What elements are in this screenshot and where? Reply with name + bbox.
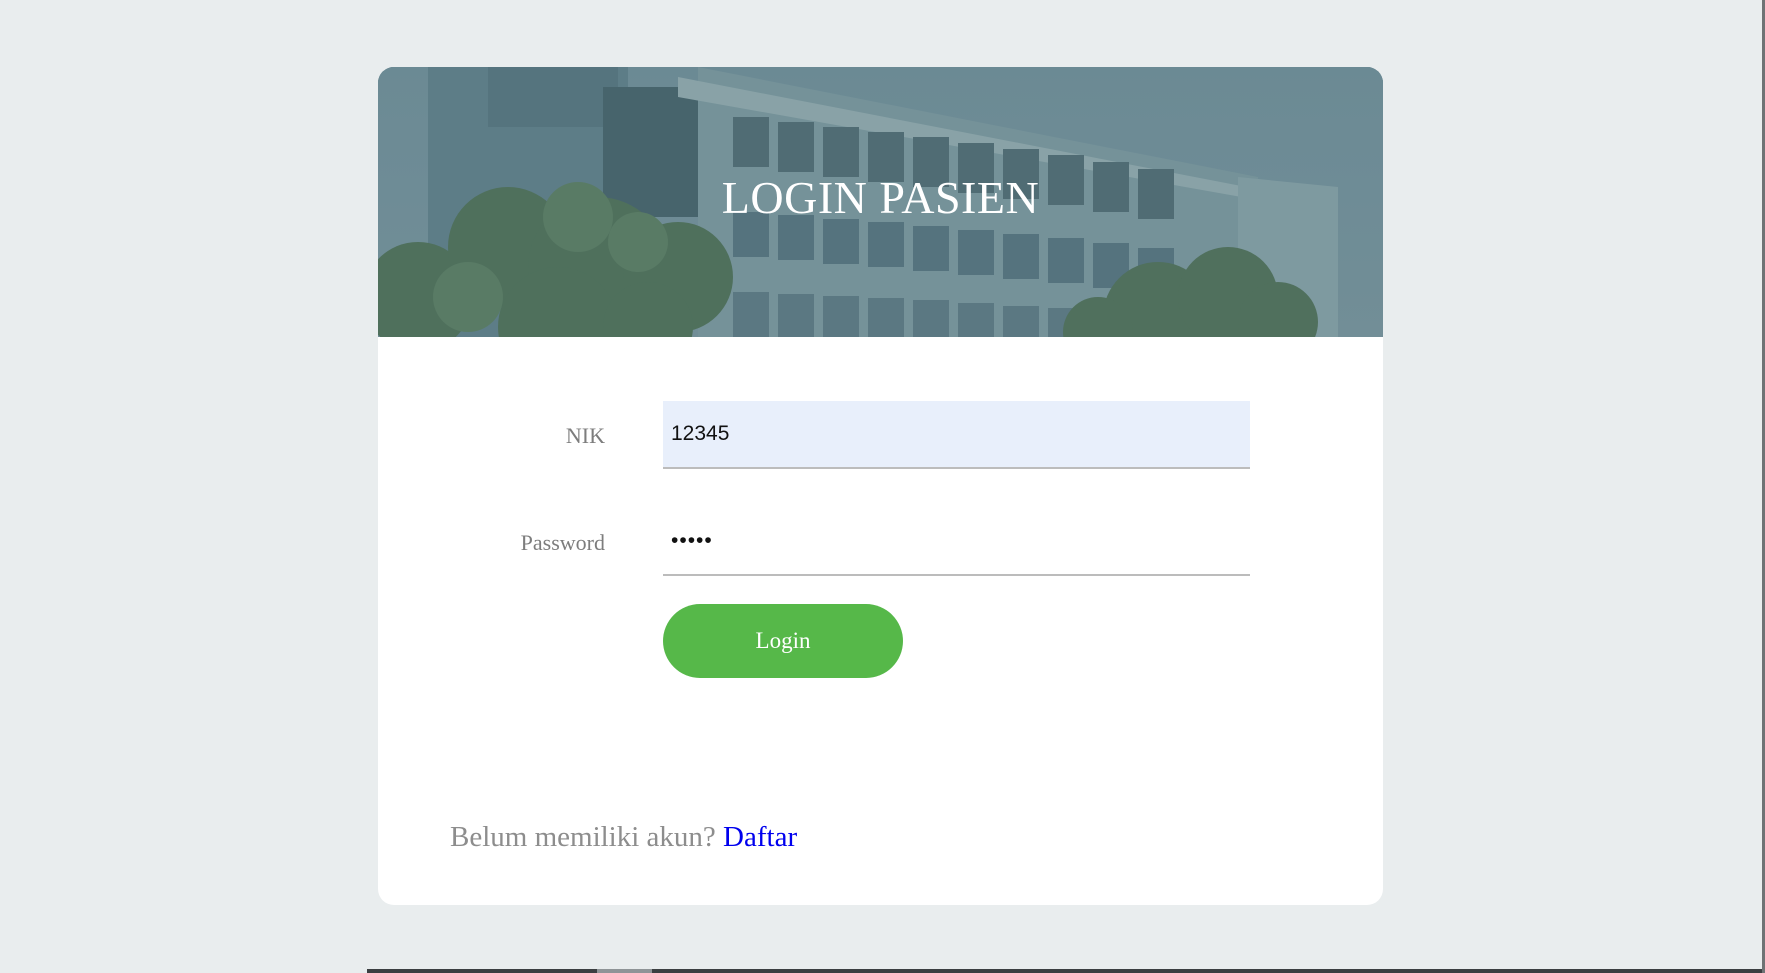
login-card: LOGIN PASIEN NIK Password Login Belum me… — [378, 67, 1383, 905]
password-input[interactable] — [663, 508, 1250, 576]
login-button[interactable]: Login — [663, 604, 903, 678]
nik-input[interactable] — [663, 401, 1250, 469]
bottom-edge — [0, 969, 1762, 973]
password-row: Password — [378, 508, 1383, 578]
page-title: LOGIN PASIEN — [721, 172, 1040, 223]
register-link[interactable]: Daftar — [723, 821, 797, 853]
register-prompt-text: Belum memiliki akun? — [450, 821, 716, 853]
register-prompt: Belum memiliki akun? Daftar — [450, 821, 797, 854]
hero-banner: LOGIN PASIEN — [378, 67, 1383, 337]
nik-row: NIK — [378, 401, 1383, 471]
password-label: Password — [520, 530, 605, 555]
nik-label: NIK — [565, 423, 605, 448]
